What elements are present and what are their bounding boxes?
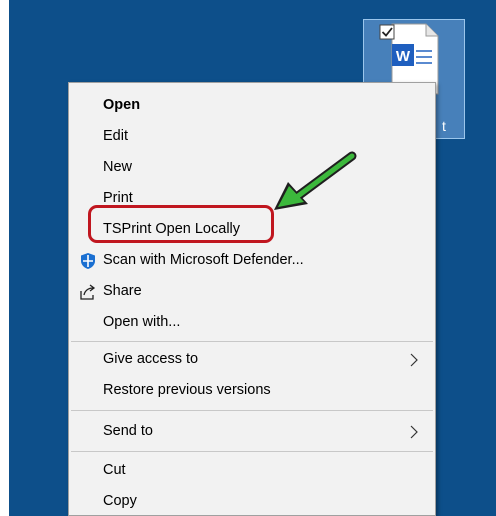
menu-item-copy[interactable]: Copy: [69, 486, 435, 516]
menu-separator: [71, 410, 433, 411]
menu-item-restore-versions[interactable]: Restore previous versions: [69, 375, 435, 405]
menu-item-give-access[interactable]: Give access to: [69, 344, 435, 374]
menu-item-edit[interactable]: Edit: [69, 121, 435, 151]
chevron-right-icon: [410, 353, 418, 367]
menu-item-scan-defender[interactable]: Scan with Microsoft Defender...: [69, 245, 435, 275]
svg-text:W: W: [396, 48, 411, 65]
pointer-arrow-icon: [274, 151, 357, 210]
highlight-box: [88, 205, 274, 243]
chevron-right-icon: [410, 425, 418, 439]
menu-item-share[interactable]: Share: [69, 276, 435, 306]
context-menu: Open Edit New Print TSPrint Open Locally…: [68, 82, 436, 516]
menu-item-new[interactable]: New: [69, 152, 435, 182]
menu-item-open-with[interactable]: Open with...: [69, 307, 435, 337]
menu-item-send-to[interactable]: Send to: [69, 416, 435, 446]
menu-item-cut[interactable]: Cut: [69, 455, 435, 485]
file-label: t: [442, 118, 446, 134]
defender-shield-icon: [81, 253, 95, 269]
share-icon: [80, 284, 96, 300]
menu-separator: [71, 341, 433, 342]
menu-separator: [71, 451, 433, 452]
menu-item-open[interactable]: Open: [69, 90, 435, 120]
